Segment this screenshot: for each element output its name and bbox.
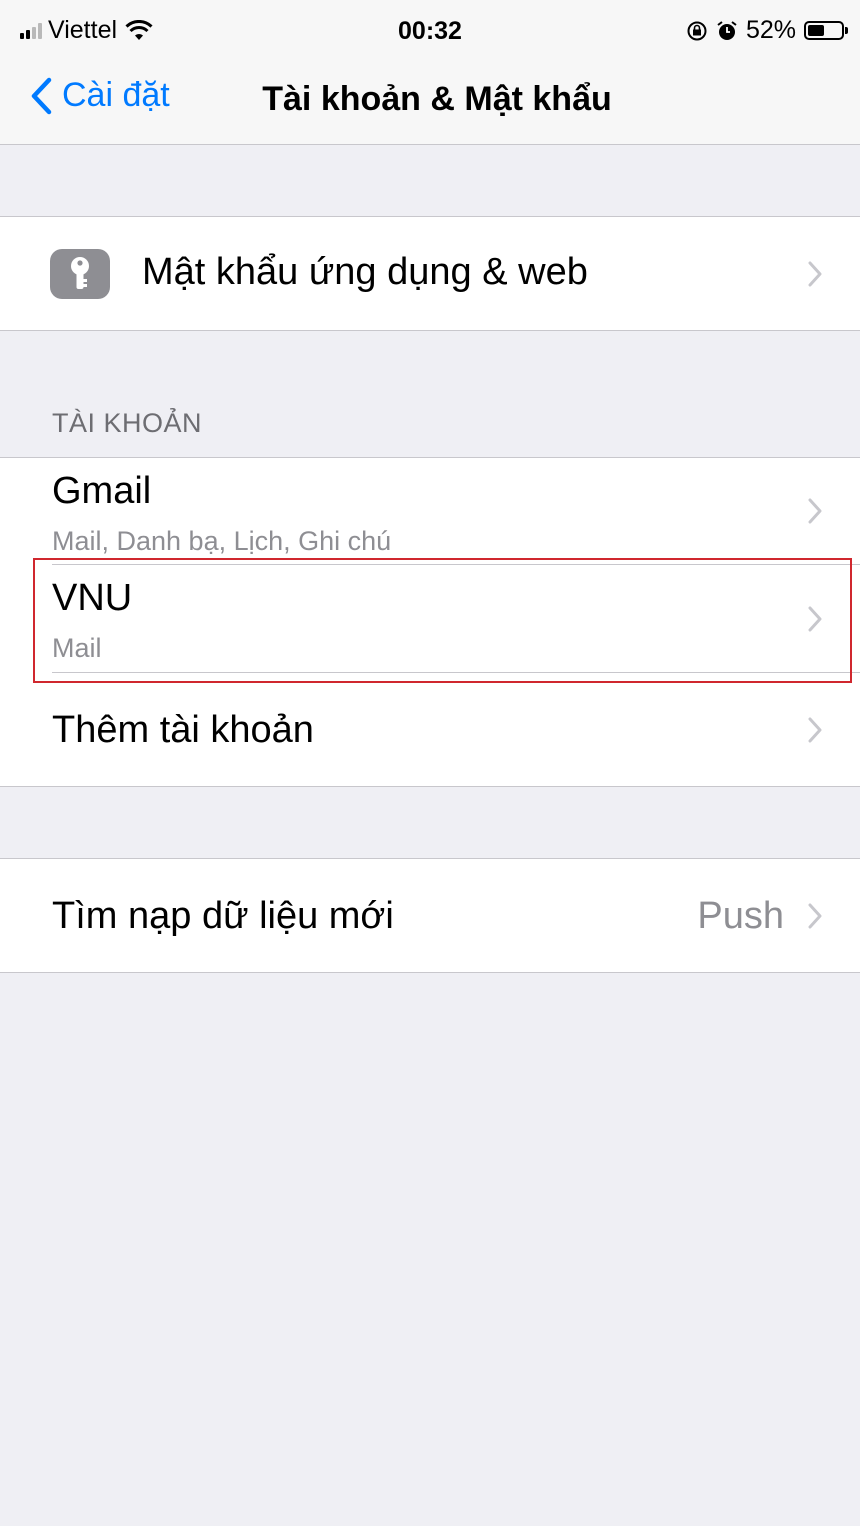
accounts-header: TÀI KHOẢN [52,408,203,438]
account-row-vnu[interactable]: VNU Mail [0,565,860,672]
chevron-right-icon [808,261,822,287]
add-account-label: Thêm tài khoản [52,709,314,751]
chevron-right-icon [808,606,822,632]
battery-level [808,25,824,36]
account-row-gmail[interactable]: Gmail Mail, Danh bạ, Lịch, Ghi chú [0,458,860,564]
rotation-lock-icon [687,21,707,40]
key-icon [50,249,110,299]
status-bar: Viettel 00:32 52% [0,0,860,62]
passwords-row[interactable]: Mật khẩu ứng dụng & web [0,217,860,330]
chevron-right-icon [808,717,822,743]
account-subtitle: Mail [52,633,102,663]
status-right: 52% [686,16,848,45]
add-account-row[interactable]: Thêm tài khoản [0,673,860,785]
fetch-section: Tìm nạp dữ liệu mới Push [0,858,860,973]
passwords-section: Mật khẩu ứng dụng & web [0,216,860,331]
battery-percent: 52% [745,16,796,44]
accounts-section: Gmail Mail, Danh bạ, Lịch, Ghi chú VNU M… [0,457,860,787]
account-title: VNU [52,577,133,619]
fetch-new-data-row[interactable]: Tìm nạp dữ liệu mới Push [0,859,860,972]
account-title: Gmail [52,470,152,512]
fetch-label: Tìm nạp dữ liệu mới [52,895,394,937]
page-title: Tài khoản & Mật khẩu [262,80,612,118]
navigation-bar: Cài đặt Tài khoản & Mật khẩu [0,62,860,145]
chevron-right-icon [808,903,822,929]
passwords-label: Mật khẩu ứng dụng & web [142,251,588,293]
chevron-right-icon [808,498,822,524]
battery-icon [804,21,848,40]
fetch-value: Push [697,895,784,937]
alarm-icon [717,20,737,40]
account-subtitle: Mail, Danh bạ, Lịch, Ghi chú [52,526,392,556]
